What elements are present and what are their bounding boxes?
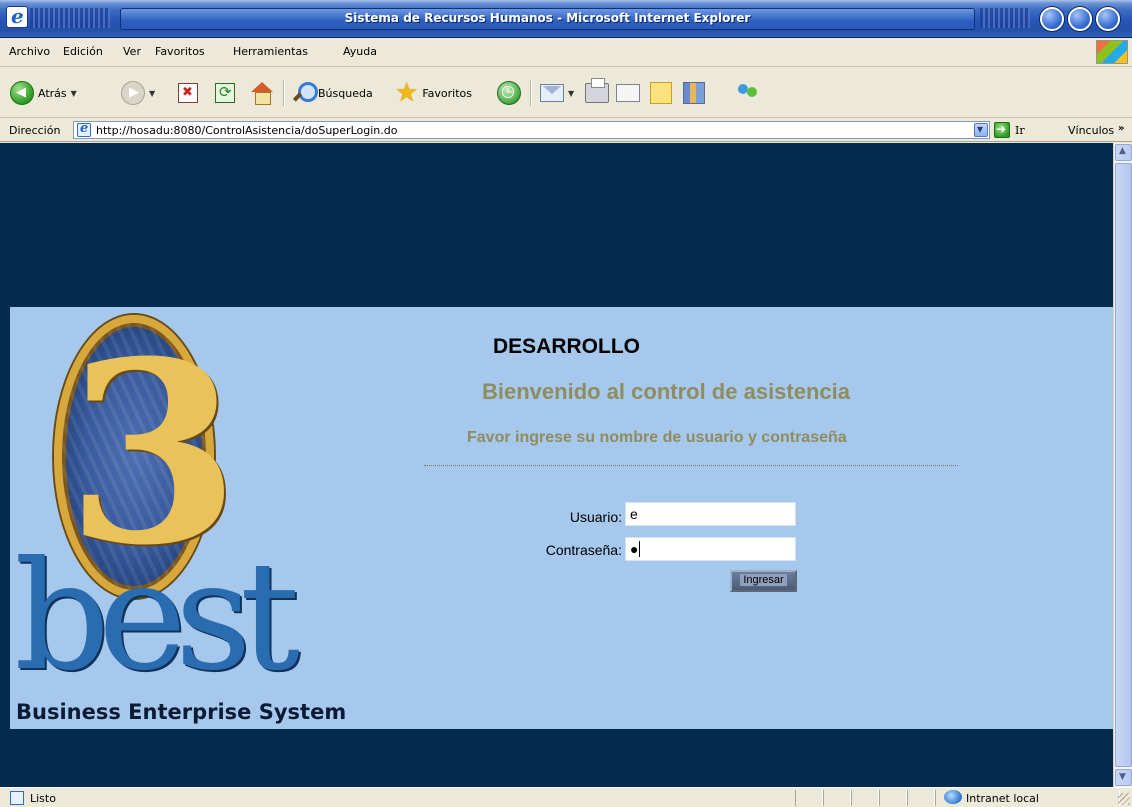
status-page-icon	[10, 791, 24, 805]
messenger-icon	[736, 82, 760, 104]
dotted-divider	[424, 465, 958, 466]
favorites-star-icon: ★	[395, 78, 419, 108]
stop-icon	[178, 83, 198, 103]
go-button-label[interactable]: Ir	[1015, 124, 1025, 137]
mail-icon	[540, 84, 564, 102]
login-submit-label: Ingresar	[740, 574, 787, 586]
history-button[interactable]	[497, 78, 521, 108]
scroll-up-arrow-icon[interactable]	[1115, 144, 1132, 161]
status-cell	[795, 790, 823, 806]
title-strip: Sistema de Recursos Humanos - Microsoft …	[120, 8, 975, 30]
forward-dropdown-icon[interactable]: ▼	[149, 89, 155, 98]
stop-button[interactable]	[178, 78, 198, 108]
address-url[interactable]: http://hosadu:8080/ControlAsistencia/doS…	[96, 124, 397, 137]
links-label[interactable]: Vínculos	[1068, 124, 1114, 137]
favorites-button[interactable]: ★ Favoritos	[395, 78, 472, 108]
home-button[interactable]	[250, 78, 274, 108]
links-chevron-icon[interactable]: »	[1118, 123, 1124, 134]
favorites-label: Favoritos	[422, 86, 472, 100]
refresh-icon	[215, 83, 235, 103]
password-input[interactable]: ●	[625, 537, 796, 561]
back-button[interactable]: Atrás ▼	[10, 78, 77, 108]
app-icon[interactable]	[6, 4, 28, 28]
back-dropdown-icon[interactable]: ▼	[71, 89, 77, 98]
username-input[interactable]: e	[625, 502, 796, 526]
toolbar-separator	[283, 80, 285, 106]
welcome-heading: Bienvenido al control de asistencia	[482, 379, 850, 404]
back-icon	[10, 81, 34, 105]
close-button[interactable]	[1096, 7, 1120, 31]
logo-word: best	[14, 530, 300, 704]
note-icon	[650, 82, 672, 104]
company-logo: 3 best Business Enterprise System	[10, 307, 355, 729]
home-icon	[250, 82, 274, 105]
menu-edicion[interactable]: Edición	[63, 45, 103, 58]
status-bar: Listo Intranet local	[0, 787, 1132, 807]
status-cell	[907, 790, 935, 806]
status-cell	[823, 790, 851, 806]
toolbar-separator	[530, 80, 532, 106]
password-label: Contraseña:	[545, 542, 622, 558]
edit-button[interactable]	[616, 78, 640, 108]
standard-toolbar: Atrás ▼ ▼ Búsqueda ★ Favoritos ▼	[0, 68, 1132, 118]
menu-bar: Archivo Edición Ver Favoritos Herramient…	[0, 38, 1132, 67]
menu-ver[interactable]: Ver	[123, 45, 141, 58]
status-cell	[851, 790, 879, 806]
menu-ayuda[interactable]: Ayuda	[343, 45, 377, 58]
address-label: Dirección	[9, 124, 61, 137]
edit-icon	[616, 84, 640, 102]
menu-archivo[interactable]: Archivo	[9, 45, 50, 58]
forward-icon	[121, 81, 145, 105]
minimize-button[interactable]	[1040, 7, 1064, 31]
address-input[interactable]: http://hosadu:8080/ControlAsistencia/doS…	[73, 121, 990, 139]
scroll-thumb[interactable]	[1115, 163, 1132, 767]
status-cell	[879, 790, 907, 806]
login-submit-button[interactable]: Ingresar	[730, 570, 797, 592]
login-instructions: Favor ingrese su nombre de usuario y con…	[467, 429, 847, 446]
menu-favoritos[interactable]: Favoritos	[155, 45, 205, 58]
page-content: 3 best Business Enterprise System DESARR…	[0, 143, 1113, 787]
logo-caption: Business Enterprise System	[16, 700, 347, 724]
history-icon	[497, 81, 521, 105]
go-arrow-icon[interactable]	[994, 122, 1010, 138]
refresh-button[interactable]	[215, 78, 235, 108]
research-icon	[683, 82, 705, 104]
research-button[interactable]	[683, 78, 705, 108]
windows-logo-icon	[1096, 40, 1128, 64]
login-band: 3 best Business Enterprise System DESARR…	[10, 307, 1113, 729]
title-bar-decoration	[30, 8, 110, 28]
page-icon	[77, 121, 91, 137]
intranet-zone-icon	[944, 790, 962, 804]
forward-button[interactable]: ▼	[121, 78, 155, 108]
username-value: e	[630, 506, 638, 522]
mail-button[interactable]: ▼	[540, 78, 574, 108]
username-label: Usuario:	[569, 509, 622, 525]
print-button[interactable]	[585, 78, 609, 108]
vertical-scrollbar[interactable]	[1113, 143, 1132, 787]
text-caret	[639, 541, 641, 557]
title-bar-decoration-right	[980, 8, 1030, 28]
password-mask: ●	[630, 541, 639, 557]
environment-heading: DESARROLLO	[493, 335, 640, 358]
print-icon	[585, 78, 609, 103]
back-label: Atrás	[38, 86, 67, 100]
menu-herramientas[interactable]: Herramientas	[233, 45, 308, 58]
mail-dropdown-icon[interactable]: ▼	[568, 89, 574, 98]
search-button[interactable]: Búsqueda	[292, 78, 373, 108]
discuss-button[interactable]	[650, 78, 672, 108]
scroll-down-arrow-icon[interactable]	[1115, 769, 1132, 786]
address-dropdown-icon[interactable]	[974, 122, 988, 137]
window-title: Sistema de Recursos Humanos - Microsoft …	[344, 11, 751, 25]
resize-grip-icon[interactable]	[1118, 793, 1130, 805]
search-icon	[292, 82, 318, 104]
address-bar: Dirección http://hosadu:8080/ControlAsis…	[0, 119, 1132, 142]
search-label: Búsqueda	[318, 86, 373, 100]
status-text: Listo	[30, 792, 56, 805]
maximize-button[interactable]	[1068, 7, 1092, 31]
security-zone-text: Intranet local	[966, 792, 1039, 805]
messenger-button[interactable]	[736, 78, 760, 108]
title-bar[interactable]: Sistema de Recursos Humanos - Microsoft …	[0, 0, 1132, 38]
